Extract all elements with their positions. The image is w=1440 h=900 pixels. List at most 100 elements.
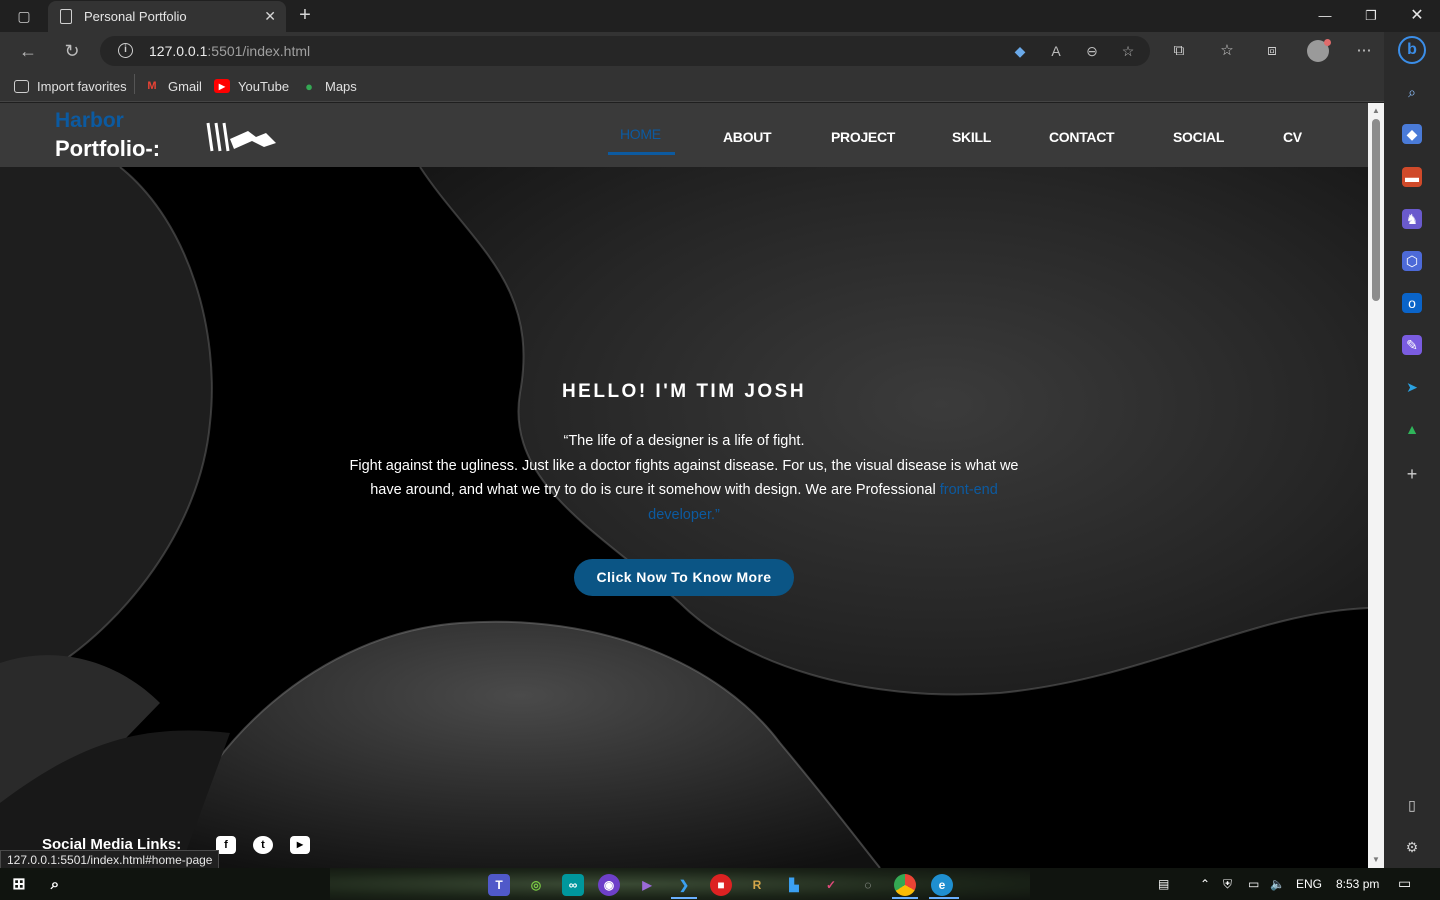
back-icon[interactable]: ← (16, 39, 40, 63)
zoom-out-icon[interactable]: ⊖ (1082, 42, 1102, 60)
github-icon[interactable]: ◉ (598, 874, 620, 896)
snipping-icon[interactable]: ◌ (857, 874, 879, 896)
visual-studio-icon[interactable]: ▶ (636, 874, 658, 896)
minimize-icon[interactable]: — (1310, 4, 1340, 28)
close-window-icon[interactable]: ✕ (1402, 4, 1432, 28)
nav-contact[interactable]: CONTACT (1049, 129, 1115, 145)
edge-sidebar: ⌕ ◆ ▬ ♞ ⬡ o ✎ ➤ ▲ + ▯ ⚙ (1384, 32, 1440, 868)
nav-social[interactable]: SOCIAL (1173, 129, 1224, 145)
site-info-icon[interactable]: i (118, 43, 133, 58)
language-indicator[interactable]: ENG (1296, 877, 1322, 891)
import-icon (14, 79, 29, 93)
extensions-icon[interactable]: ⧉ (1168, 40, 1190, 62)
edge-icon[interactable]: e (931, 874, 953, 896)
network-icon[interactable]: ▭ (1248, 877, 1259, 891)
favorite-import[interactable]: Import favorites (14, 76, 127, 96)
teams-icon[interactable]: T (488, 874, 510, 896)
photos-icon[interactable]: ◎ (525, 874, 547, 896)
scrollbar-thumb[interactable] (1372, 119, 1380, 301)
nav-project[interactable]: PROJECT (831, 129, 895, 145)
search-icon[interactable]: ⌕ (1402, 82, 1422, 102)
game-icon[interactable]: R (746, 874, 768, 896)
pocket-icon[interactable]: ✓ (820, 874, 842, 896)
games-icon[interactable]: ♞ (1402, 209, 1422, 229)
hero-quote: “The life of a designer is a life of fig… (340, 429, 1028, 527)
notifications-icon[interactable]: ▭ (1398, 875, 1411, 892)
more-menu-icon[interactable]: ⋯ (1353, 40, 1375, 62)
know-more-button[interactable]: Click Now To Know More (574, 559, 794, 596)
brand-bottom-text: Portfolio-: (55, 136, 161, 161)
twitter-icon[interactable]: t (253, 836, 273, 854)
browser-tab[interactable]: Personal Portfolio ✕ (48, 1, 286, 32)
active-indicator (671, 897, 697, 899)
tree-icon[interactable]: ▲ (1402, 419, 1422, 439)
arduino-icon[interactable]: ∞ (562, 874, 584, 896)
split-view-icon[interactable]: ▯ (1402, 795, 1422, 815)
profile-avatar[interactable] (1307, 39, 1331, 62)
new-tab-icon[interactable]: + (294, 4, 316, 26)
read-aloud-icon[interactable]: A (1046, 42, 1066, 60)
logo-icon (206, 122, 276, 152)
settings-icon[interactable]: ⚙ (1402, 837, 1422, 857)
maps-icon: ● (305, 78, 313, 94)
nav-home[interactable]: HOME (620, 126, 661, 142)
favorites-icon[interactable]: ☆ (1216, 40, 1238, 62)
site-header: Harbor Portfolio-: HOME ABOUT PROJECT SK… (0, 103, 1368, 167)
url-text[interactable]: 127.0.0.1:5501/index.html (149, 43, 310, 59)
chrome-icon[interactable] (894, 874, 916, 896)
outlook-icon[interactable]: o (1402, 293, 1422, 313)
hero-quote-line1: “The life of a designer is a life of fig… (563, 433, 805, 449)
clock[interactable]: 8:53 pm (1336, 877, 1379, 891)
windows-start-icon[interactable]: ⊞ (8, 874, 30, 896)
vscode-icon[interactable]: ❯ (673, 874, 695, 896)
bing-icon[interactable]: b (1398, 36, 1426, 64)
shopping-icon[interactable]: ◆ (1402, 124, 1422, 144)
browser-toolbar: ← ↻ i 127.0.0.1:5501/index.html ◆ A ⊖ ☆ … (0, 32, 1384, 70)
favorite-gmail[interactable]: M Gmail (144, 76, 202, 96)
collections-icon[interactable]: ⧈ (1261, 40, 1283, 62)
add-sidebar-app-icon[interactable]: + (1402, 464, 1422, 484)
favorite-youtube[interactable]: ▶ YouTube (214, 76, 289, 96)
refresh-icon[interactable]: ↻ (60, 39, 84, 63)
copilot-icon[interactable]: ⬡ (1402, 251, 1422, 271)
tab-actions-icon[interactable]: ▢ (12, 6, 36, 26)
nav-cv[interactable]: CV (1283, 129, 1302, 145)
hero-title: HELLO! I'M TIM JOSH (561, 381, 807, 402)
favorite-label: Gmail (168, 78, 202, 94)
restore-icon[interactable]: ❐ (1356, 4, 1386, 28)
favorite-maps[interactable]: ● Maps (301, 76, 357, 96)
windows-taskbar: ⊞ ⌕ T ◎ ∞ ◉ ▶ ❯ ■ R ▙ ✓ ◌ e ▤ ⌃ ⛨ ▭ 🔈 EN… (0, 868, 1440, 900)
tools-icon[interactable]: ▬ (1402, 167, 1422, 187)
gmail-icon: M (147, 80, 157, 92)
brand-top-text: Harbor (55, 109, 124, 132)
designer-icon[interactable]: ✎ (1402, 335, 1422, 355)
favorites-divider (134, 74, 135, 94)
anydesk-icon[interactable]: ■ (710, 874, 732, 896)
page-scrollbar[interactable]: ▲ ▼ (1368, 103, 1384, 868)
add-favorite-icon[interactable]: ☆ (1118, 42, 1138, 60)
favorite-label: YouTube (238, 78, 290, 94)
favorite-label: Maps (325, 78, 357, 94)
hero-quote-line2: Fight against the ugliness. Just like a … (349, 457, 1019, 499)
nav-active-underline (608, 152, 675, 155)
address-bar[interactable]: i 127.0.0.1:5501/index.html ◆ A ⊖ ☆ (100, 36, 1150, 66)
show-hidden-icons-icon[interactable]: ⌃ (1200, 877, 1210, 891)
nav-skill[interactable]: SKILL (952, 129, 991, 145)
nav-about[interactable]: ABOUT (723, 129, 772, 145)
page-icon (60, 9, 72, 24)
youtube-icon[interactable]: ▶ (290, 836, 310, 854)
telegram-icon[interactable]: ➤ (1402, 377, 1422, 397)
favorite-label: Import favorites (37, 78, 127, 94)
news-widget-icon[interactable]: ▤ (1158, 877, 1169, 891)
search-icon[interactable]: ⌕ (44, 874, 66, 896)
scroll-down-icon[interactable]: ▼ (1371, 855, 1381, 865)
close-tab-icon[interactable]: ✕ (264, 8, 276, 25)
coupon-tag-icon[interactable]: ◆ (1010, 42, 1030, 60)
volume-icon[interactable]: 🔈 (1270, 877, 1285, 891)
active-indicator (929, 897, 959, 899)
security-icon[interactable]: ⛨ (1223, 877, 1232, 892)
status-url-tooltip: 127.0.0.1:5501/index.html#home-page (0, 850, 220, 870)
chart-app-icon[interactable]: ▙ (783, 874, 805, 896)
scroll-up-icon[interactable]: ▲ (1371, 106, 1381, 116)
active-indicator (892, 897, 918, 899)
